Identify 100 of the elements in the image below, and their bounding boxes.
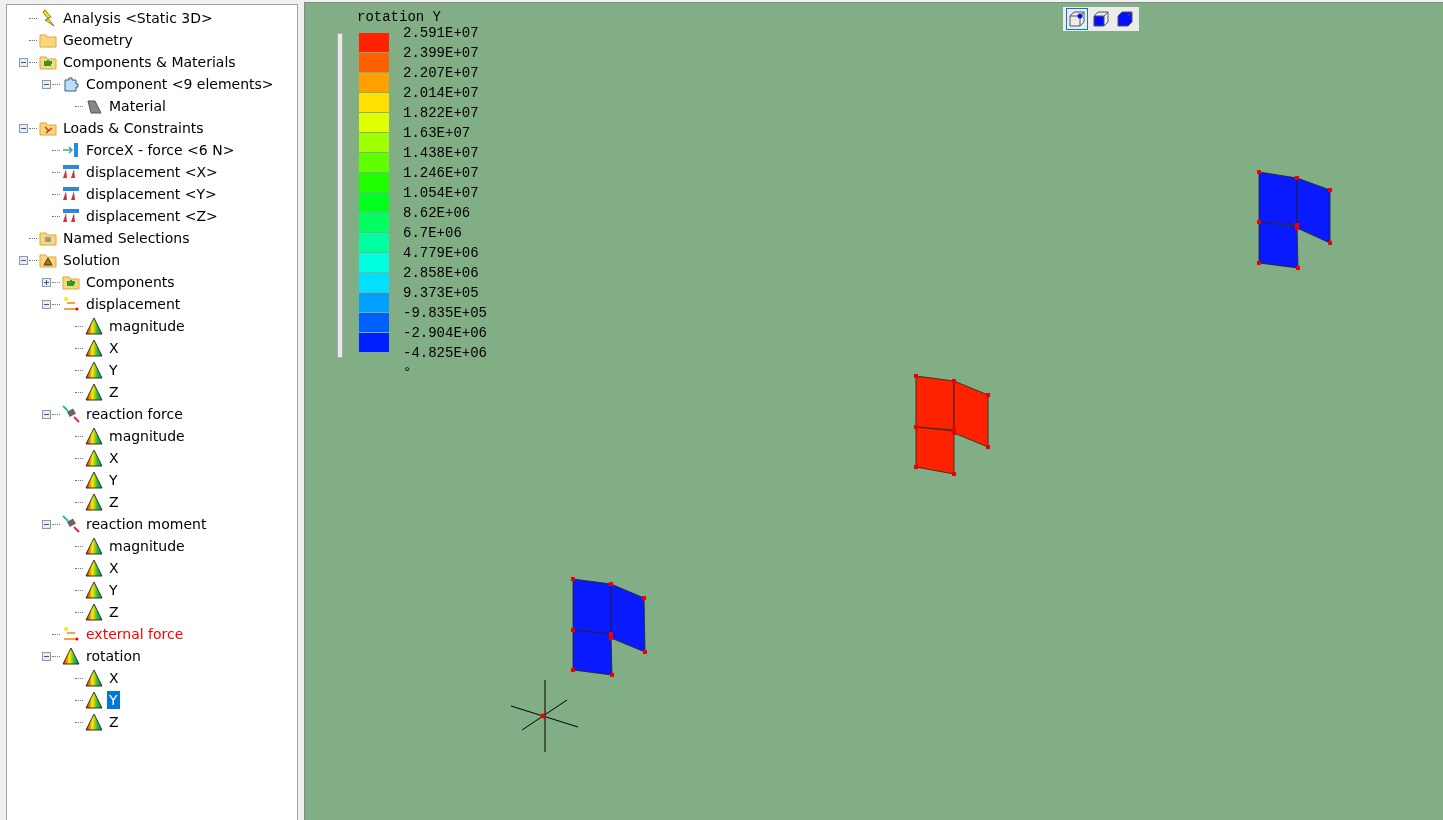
legend-value: -9.835E+05	[403, 304, 487, 323]
gradient-triangle-icon	[85, 317, 103, 335]
legend-value: 2.399E+07	[403, 44, 480, 63]
gradient-triangle-icon	[85, 427, 103, 445]
tree-item[interactable]: reaction force	[84, 405, 185, 423]
legend-value: 6.7E+06	[403, 224, 463, 243]
range-slider[interactable]	[337, 33, 343, 358]
legend-value: 2.014E+07	[403, 84, 480, 103]
tree-item[interactable]: Components & Materials	[61, 53, 238, 71]
tree-item[interactable]: Z	[107, 713, 121, 731]
cube-icon	[1069, 11, 1085, 27]
support-icon	[62, 185, 80, 203]
tree-item[interactable]: Y	[107, 471, 120, 489]
tree-item[interactable]: rotation	[84, 647, 143, 665]
reaction-icon	[62, 405, 80, 423]
tree-item[interactable]: reaction moment	[84, 515, 209, 533]
tree-item[interactable]: Material	[107, 97, 168, 115]
legend-value: 1.822E+07	[403, 104, 480, 123]
legend-value: 1.438E+07	[403, 144, 480, 163]
tree-item[interactable]: Y	[107, 691, 120, 709]
tree-item[interactable]: Component <9 elements>	[84, 75, 276, 93]
gradient-triangle-icon	[85, 581, 103, 599]
view-mode-button[interactable]	[1066, 8, 1088, 30]
tree-item[interactable]: X	[107, 559, 121, 577]
legend-value: -4.825E+06	[403, 344, 487, 363]
tree-item[interactable]: Z	[107, 383, 121, 401]
gradient-triangle-icon	[85, 669, 103, 687]
tree-item[interactable]: magnitude	[107, 427, 187, 445]
cube-icon	[1093, 11, 1109, 27]
tree-item[interactable]: Z	[107, 493, 121, 511]
collapse-toggle[interactable]	[18, 123, 28, 133]
tree-item[interactable]: X	[107, 449, 121, 467]
tree-item[interactable]: Y	[107, 361, 120, 379]
expand-toggle[interactable]	[41, 277, 51, 287]
support-icon	[62, 163, 80, 181]
support-icon	[62, 207, 80, 225]
tree-item[interactable]: X	[107, 339, 121, 357]
view-mode-button[interactable]	[1090, 8, 1112, 30]
legend-value: 1.246E+07	[403, 164, 480, 183]
gradient-triangle-icon	[85, 603, 103, 621]
tree-item[interactable]: X	[107, 669, 121, 687]
arrows-icon	[62, 625, 80, 643]
gradient-triangle-icon	[85, 361, 103, 379]
folder-icon	[62, 273, 80, 291]
tree-item[interactable]: displacement <Z>	[84, 207, 220, 225]
tree-item[interactable]: magnitude	[107, 537, 187, 555]
legend-value: 4.779E+06	[403, 244, 480, 263]
legend-value: 2.591E+07	[403, 24, 480, 43]
legend-value: -2.904E+06	[403, 324, 487, 343]
collapse-toggle[interactable]	[41, 409, 51, 419]
gradient-triangle-icon	[85, 713, 103, 731]
tree-item[interactable]: ForceX - force <6 N>	[84, 141, 237, 159]
tree-item[interactable]: Components	[84, 273, 177, 291]
folder-icon	[39, 53, 57, 71]
tree-item[interactable]: displacement <Y>	[84, 185, 219, 203]
legend-value: 1.054E+07	[403, 184, 480, 203]
unit-label: °	[403, 364, 413, 383]
puzzle-piece-icon	[62, 75, 80, 93]
gradient-triangle-icon	[85, 691, 103, 709]
tree-item[interactable]: displacement <X>	[84, 163, 220, 181]
gradient-triangle-icon	[85, 339, 103, 357]
tree-item[interactable]: Named Selections	[61, 229, 192, 247]
3d-viewport[interactable]: rotation Y 2.591E+07 2.399E+07 2.207E+07 2.014E+07 1.822E+07 1.63E+07 1.438E+07 1.246E+07 1.054E+07 8.62E+06 6.7E+06 4.779E+06 2.858E+06 9.373E+05 -9.835E+05 -2.904E+06 -4.825E+06 °	[304, 2, 1443, 820]
gradient-triangle-icon	[85, 471, 103, 489]
tree-item[interactable]: Y	[107, 581, 120, 599]
tree-item[interactable]: external force	[84, 625, 186, 643]
arrows-icon	[62, 295, 80, 313]
cube-icon	[1117, 11, 1133, 27]
tree-item[interactable]: magnitude	[107, 317, 187, 335]
legend-value: 2.858E+06	[403, 264, 480, 283]
force-arrow-icon	[62, 141, 80, 159]
tree-item[interactable]: Analysis <Static 3D>	[61, 9, 215, 27]
gradient-triangle-icon	[85, 559, 103, 577]
legend-value: 8.62E+06	[403, 204, 472, 223]
legend-value: 1.63E+07	[403, 124, 472, 143]
collapse-toggle[interactable]	[41, 299, 51, 309]
folder-icon	[39, 31, 57, 49]
tree-item[interactable]: Loads & Constraints	[61, 119, 206, 137]
folder-icon	[39, 119, 57, 137]
folder-icon	[39, 229, 57, 247]
gradient-triangle-icon	[62, 647, 80, 665]
gradient-triangle-icon	[85, 449, 103, 467]
tree-item[interactable]: Z	[107, 603, 121, 621]
collapse-toggle[interactable]	[18, 57, 28, 67]
gradient-triangle-icon	[85, 383, 103, 401]
legend-value: 9.373E+05	[403, 284, 480, 303]
folder-triangle-icon	[39, 251, 57, 269]
reaction-icon	[62, 515, 80, 533]
legend-title: rotation Y	[357, 8, 442, 27]
gradient-triangle-icon	[85, 493, 103, 511]
tree-item[interactable]: Geometry	[61, 31, 135, 49]
legend-value: 2.207E+07	[403, 64, 480, 83]
gradient-triangle-icon	[85, 537, 103, 555]
view-mode-button[interactable]	[1114, 8, 1136, 30]
collapse-toggle[interactable]	[18, 255, 28, 265]
tree-item[interactable]: displacement	[84, 295, 183, 313]
collapse-toggle[interactable]	[41, 651, 51, 661]
tree-item[interactable]: Solution	[61, 251, 123, 269]
collapse-toggle[interactable]	[41, 79, 51, 89]
collapse-toggle[interactable]	[41, 519, 51, 529]
